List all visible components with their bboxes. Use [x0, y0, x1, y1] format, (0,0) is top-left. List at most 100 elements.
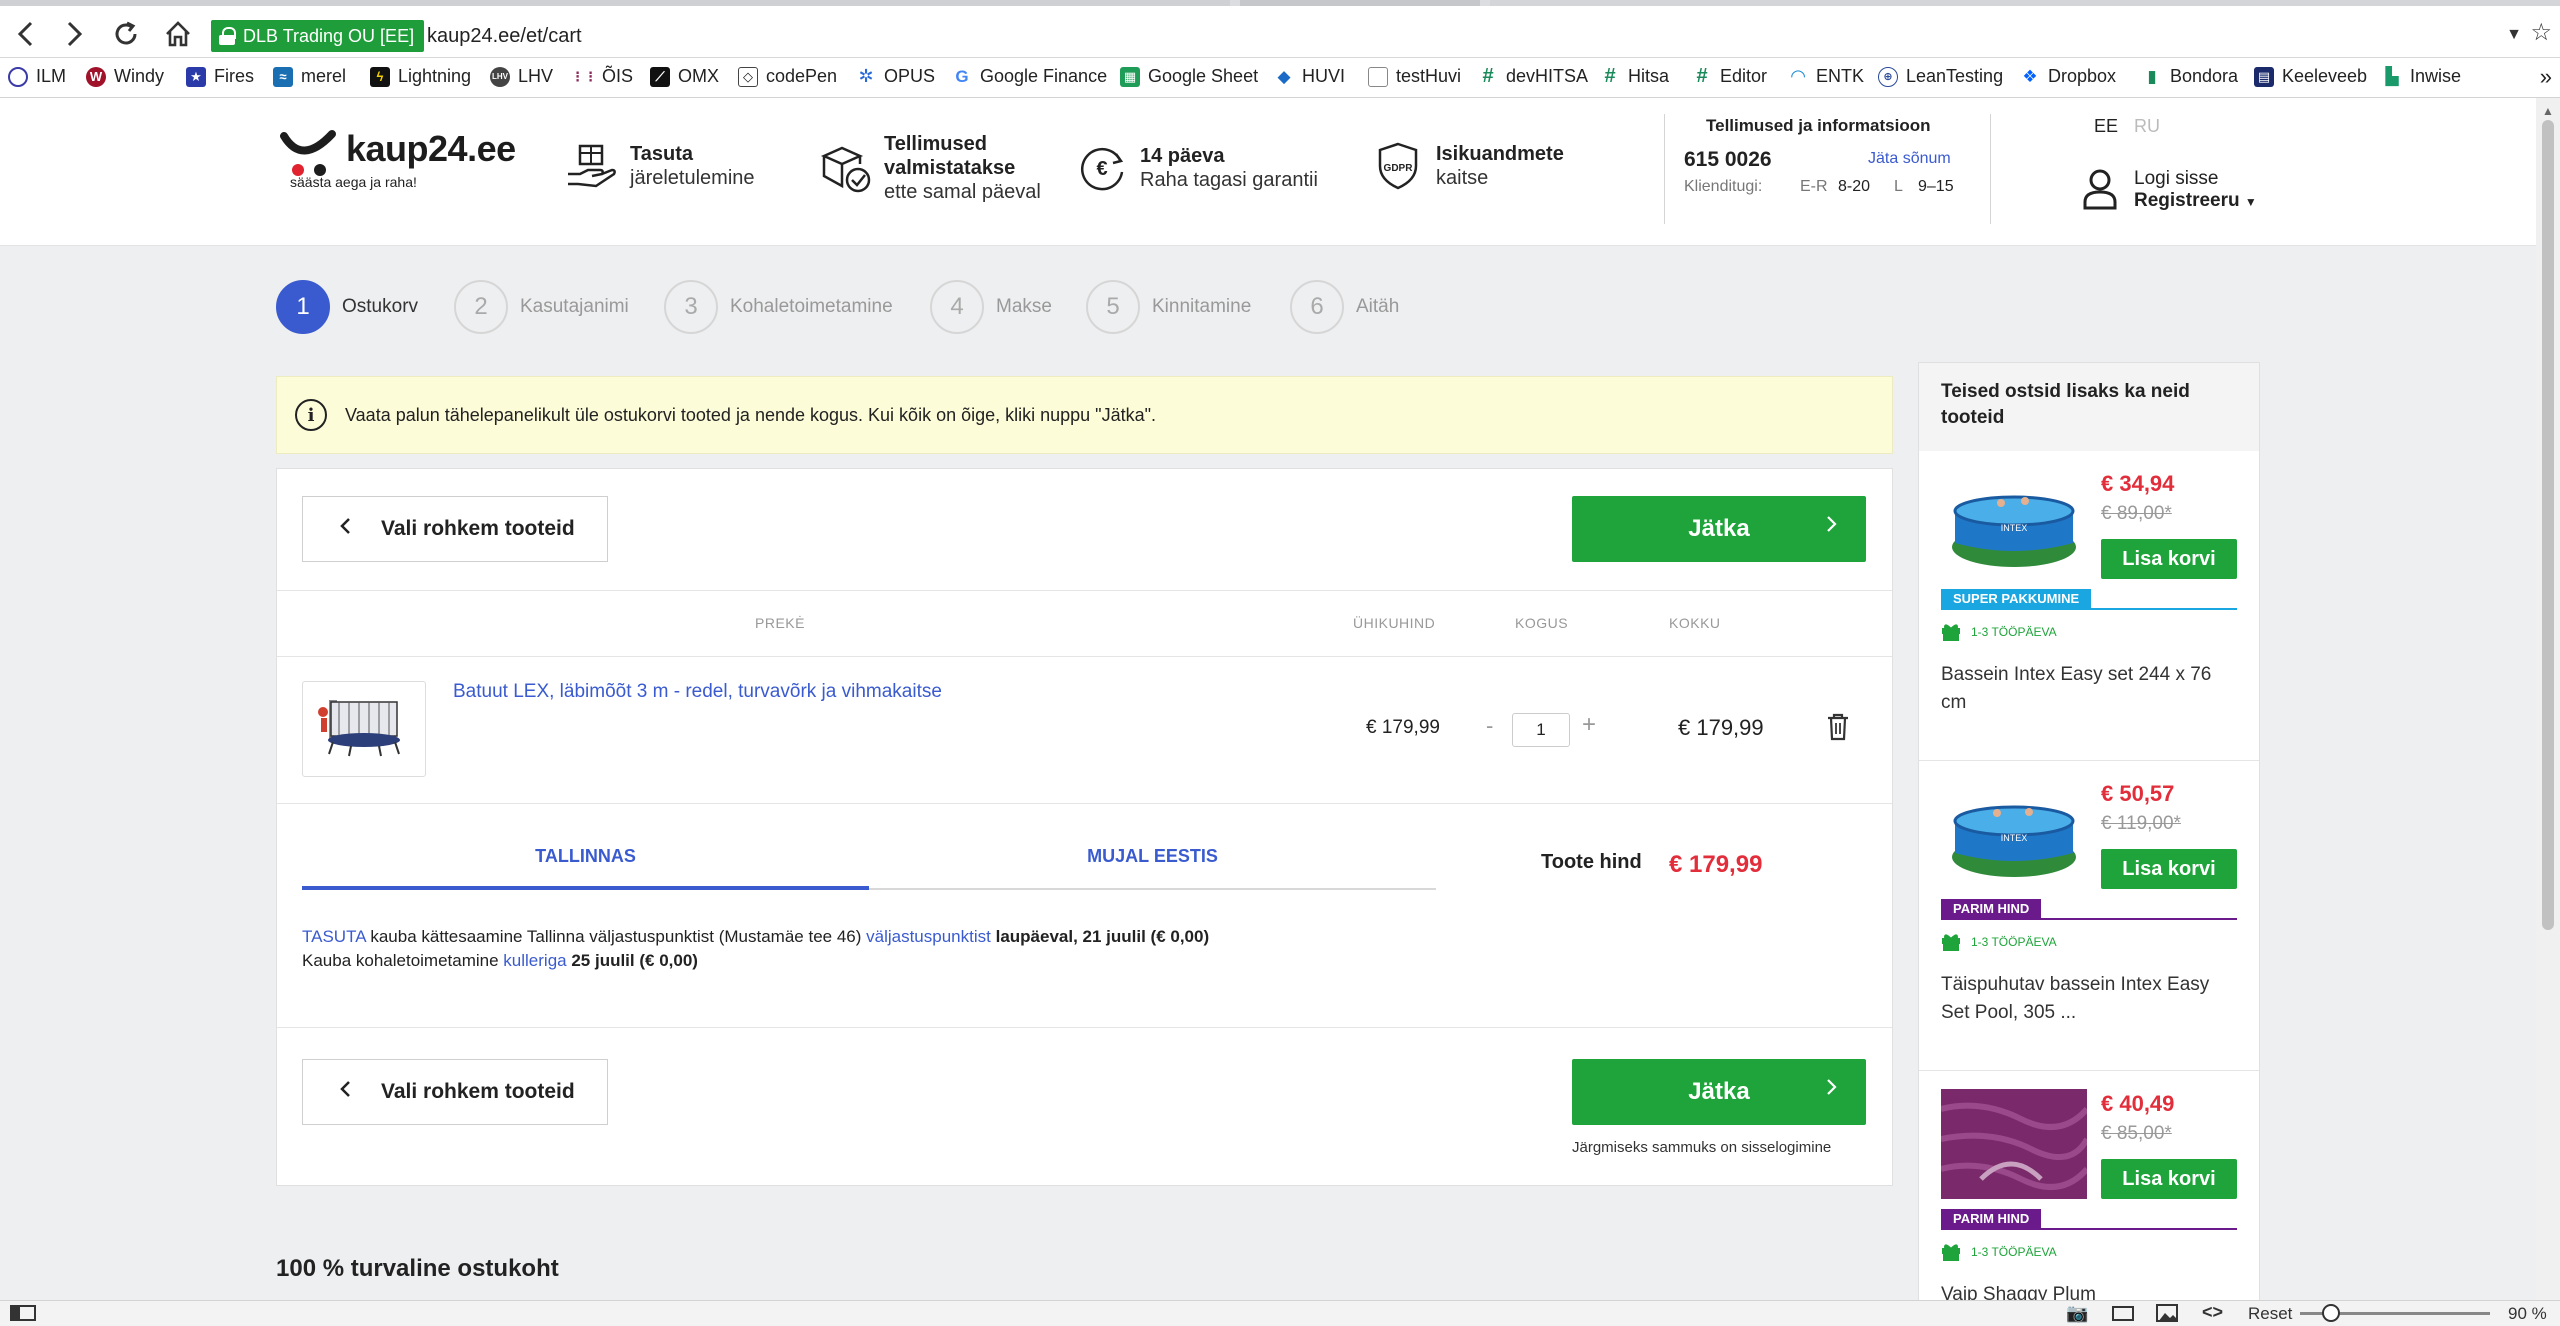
scroll-up-icon[interactable]: ▲	[2542, 104, 2554, 118]
product-old-price: € 89,00*	[2101, 503, 2172, 524]
continue-shopping-button[interactable]: Vali rohkem tooteid	[302, 496, 608, 562]
code-icon[interactable]: <>	[2202, 1302, 2223, 1323]
tab-tallinnas[interactable]: TALLINNAS	[302, 846, 869, 867]
bookmark-item[interactable]: LHV LHV	[490, 66, 553, 87]
pool-image[interactable]: INTEX	[1941, 779, 2087, 889]
lang-ru[interactable]: RU	[2134, 116, 2160, 137]
bookmark-item[interactable]: ⋮⋮ ÕIS	[571, 66, 633, 87]
forward-icon[interactable]	[56, 16, 92, 52]
leave-message-link[interactable]: Jäta sõnum	[1868, 150, 1951, 168]
bookmark-item[interactable]: ▮ Bondora	[2142, 66, 2238, 87]
bookmarks-overflow-icon[interactable]: »	[2540, 64, 2552, 90]
bookmark-star-icon[interactable]: ☆	[2530, 18, 2552, 47]
url-input[interactable]: kaup24.ee/et/cart	[427, 20, 582, 52]
bookmark-item[interactable]: W Windy	[86, 66, 164, 87]
quantity-increase-button[interactable]: +	[1582, 711, 1596, 739]
unit-price: € 179,99	[1366, 717, 1440, 738]
bookmark-item[interactable]: ▤ Keeleveeb	[2254, 66, 2367, 87]
user-icon[interactable]	[2082, 168, 2118, 210]
url-dropdown-icon[interactable]: ▼	[2506, 26, 2522, 44]
zoom-slider-handle[interactable]	[2322, 1304, 2340, 1322]
camera-icon[interactable]: 📷	[2066, 1303, 2088, 1324]
bookmark-item[interactable]: ▙ Inwise	[2382, 66, 2461, 87]
google-icon: G	[952, 66, 972, 87]
product-name[interactable]: Täispuhutav bassein Intex Easy Set Pool,…	[1941, 971, 2241, 1027]
scrollbar-thumb[interactable]	[2542, 120, 2554, 930]
bookmark-item[interactable]: ◆ HUVI	[1274, 66, 1345, 87]
trust-heading: 100 % turvaline ostukoht	[276, 1255, 559, 1282]
bookmark-item[interactable]: # Editor	[1692, 65, 1767, 87]
bookmark-item[interactable]: ≈ merel	[273, 66, 346, 87]
bookmark-item[interactable]: ⟋ OMX	[650, 66, 719, 87]
bookmark-item[interactable]: G Google Finance	[952, 66, 1107, 87]
bookmark-item[interactable]: # devHITSA	[1478, 65, 1588, 87]
add-to-cart-button[interactable]: Lisa korvi	[2101, 1159, 2237, 1199]
tab-mujal-eestis[interactable]: MUJAL EESTIS	[869, 846, 1436, 867]
gift-icon	[1942, 1244, 1960, 1261]
zoom-reset-button[interactable]: Reset	[2248, 1304, 2292, 1324]
quantity-input[interactable]: 1	[1512, 713, 1570, 747]
codepen-icon: ◇	[738, 66, 758, 87]
bookmark-item[interactable]: ◇ codePen	[738, 66, 837, 87]
bookmark-item[interactable]: ILM	[8, 66, 66, 87]
home-icon[interactable]	[160, 16, 196, 52]
info-icon: i	[295, 399, 327, 431]
feature-money-back: € 14 päeva Raha tagasi garantii	[1076, 142, 1318, 194]
bookmark-item[interactable]: ❖ Dropbox	[2020, 66, 2116, 87]
bookmark-item[interactable]: ϟ Lightning	[370, 66, 471, 87]
windy-icon: W	[86, 66, 106, 87]
continue-button-top[interactable]: Jätka	[1572, 496, 1866, 562]
free-link[interactable]: TASUTA	[302, 927, 366, 946]
logo-tagline: säästa aega ja raha!	[290, 174, 417, 190]
item-total: € 179,99	[1678, 715, 1764, 740]
divider	[1664, 114, 1665, 224]
bookmark-item[interactable]: ▦ Google Sheet	[1120, 66, 1258, 87]
add-to-cart-button[interactable]: Lisa korvi	[2101, 849, 2237, 889]
product-name-link[interactable]: Batuut LEX, läbimõõt 3 m - redel, turvav…	[453, 681, 942, 703]
product-name[interactable]: Vaip Shaggy Plum	[1941, 1281, 2241, 1301]
reload-icon[interactable]	[108, 16, 144, 52]
bookmark-item[interactable]: ◠ ENTK	[1788, 66, 1864, 87]
panel-toggle-icon[interactable]	[10, 1305, 36, 1321]
phone-number[interactable]: 615 0026	[1684, 148, 1772, 172]
register-link[interactable]: Registreeru ▼	[2134, 190, 2257, 212]
quantity-decrease-button[interactable]: -	[1486, 713, 1493, 739]
leantesting-icon: ⊕	[1878, 66, 1898, 87]
svg-text:INTEX: INTEX	[2001, 523, 2028, 533]
bookmark-item[interactable]: ✲ OPUS	[856, 66, 935, 87]
bookmark-item[interactable]: testHuvi	[1368, 66, 1461, 87]
bookmark-item[interactable]: # Hitsa	[1600, 65, 1669, 87]
feature-free-pickup: Tasuta järeletulemine	[566, 140, 755, 192]
login-link[interactable]: Logi sisse	[2134, 168, 2219, 190]
badge-underline	[1941, 918, 2237, 920]
pool-image[interactable]: INTEX	[1941, 469, 2087, 579]
page-scrollbar[interactable]: ▲	[2536, 98, 2560, 1300]
rug-image[interactable]	[1941, 1089, 2087, 1199]
euro-refresh-icon: €	[1081, 147, 1124, 191]
window-icon[interactable]	[2112, 1306, 2134, 1321]
step-delivery: 3 Kohaletoimetamine	[664, 280, 893, 334]
chevron-right-icon	[1826, 1077, 1838, 1103]
continue-button-bottom[interactable]: Jätka	[1572, 1059, 1866, 1125]
add-to-cart-button[interactable]: Lisa korvi	[2101, 539, 2237, 579]
site-logo[interactable]: kaup24.ee säästa aega ja raha!	[280, 126, 516, 190]
bookmarks-bar: ILM W Windy ★ Fires ≈ merel ϟ Lightning LHV L…	[0, 58, 2560, 98]
image-icon[interactable]	[2156, 1304, 2178, 1322]
omx-icon: ⟋	[650, 66, 670, 87]
trash-icon[interactable]	[1827, 713, 1849, 741]
pickup-point-link[interactable]: väljastuspunktist	[866, 927, 991, 946]
lang-ee[interactable]: EE	[2094, 116, 2118, 137]
bookmark-item[interactable]: ★ Fires	[186, 66, 254, 87]
delivery-time: 1-3 TÖÖPÄEVA	[1941, 1243, 2057, 1261]
continue-shopping-button-bottom[interactable]: Vali rohkem tooteid	[302, 1059, 608, 1125]
product-name[interactable]: Bassein Intex Easy set 244 x 76 cm	[1941, 661, 2241, 717]
back-icon[interactable]	[8, 16, 44, 52]
secure-site-badge[interactable]: DLB Trading OU [EE]	[211, 20, 425, 52]
courier-link[interactable]: kulleriga	[503, 951, 566, 970]
col-total: KOKKU	[1669, 615, 1721, 631]
lightning-icon: ϟ	[370, 66, 390, 87]
bookmark-item[interactable]: ⊕ LeanTesting	[1878, 66, 2003, 87]
google-sheets-icon: ▦	[1120, 66, 1140, 87]
product-thumbnail[interactable]	[302, 681, 426, 777]
cart-panel: Vali rohkem tooteid Jätka PREKĖ ÜHIKUHIN…	[276, 468, 1893, 1186]
